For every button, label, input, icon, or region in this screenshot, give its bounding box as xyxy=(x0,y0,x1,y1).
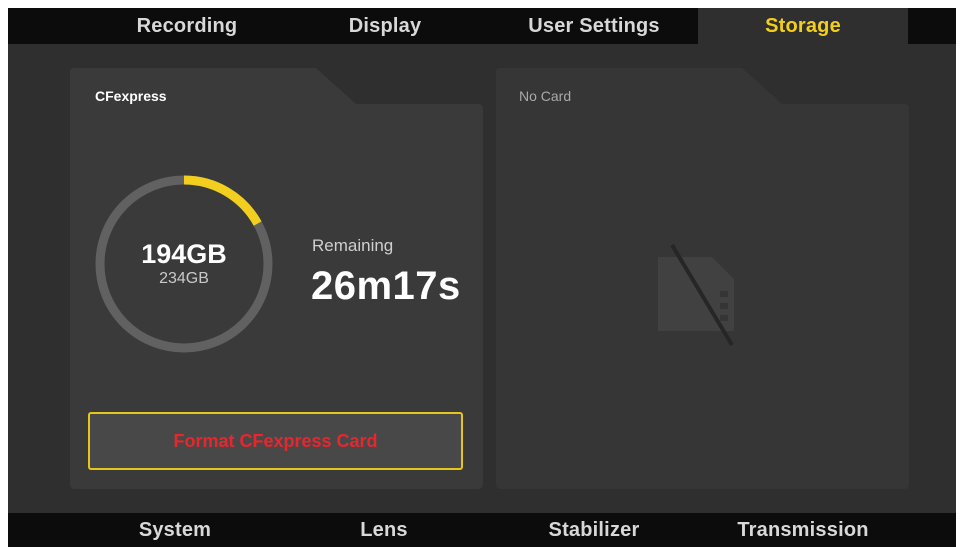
tab-stabilizer[interactable]: Stabilizer xyxy=(489,513,699,547)
total-capacity: 234GB xyxy=(159,270,209,287)
tab-lens[interactable]: Lens xyxy=(279,513,489,547)
capacity-ring-text: 194GB 234GB xyxy=(92,172,276,356)
tab-transmission[interactable]: Transmission xyxy=(698,513,908,547)
remaining-time: 26m17s xyxy=(311,264,461,308)
tab-user-settings[interactable]: User Settings xyxy=(489,8,699,44)
storage-screen: Recording Display User Settings Storage … xyxy=(8,8,956,547)
format-card-button[interactable]: Format CFexpress Card xyxy=(88,412,463,470)
used-capacity: 194GB xyxy=(141,239,227,269)
remaining-label: Remaining xyxy=(312,236,394,255)
capacity-ring: 194GB 234GB xyxy=(92,172,276,356)
card-slot-1-label: CFexpress xyxy=(95,88,167,104)
top-tab-bar: Recording Display User Settings Storage xyxy=(8,8,956,44)
bottom-tab-bar: System Lens Stabilizer Transmission xyxy=(8,513,956,547)
tab-recording[interactable]: Recording xyxy=(82,8,292,44)
tab-system[interactable]: System xyxy=(70,513,280,547)
no-card-icon xyxy=(658,243,734,347)
card-slot-2-label: No Card xyxy=(519,88,572,104)
tab-display[interactable]: Display xyxy=(280,8,490,44)
tab-storage[interactable]: Storage xyxy=(698,8,908,44)
